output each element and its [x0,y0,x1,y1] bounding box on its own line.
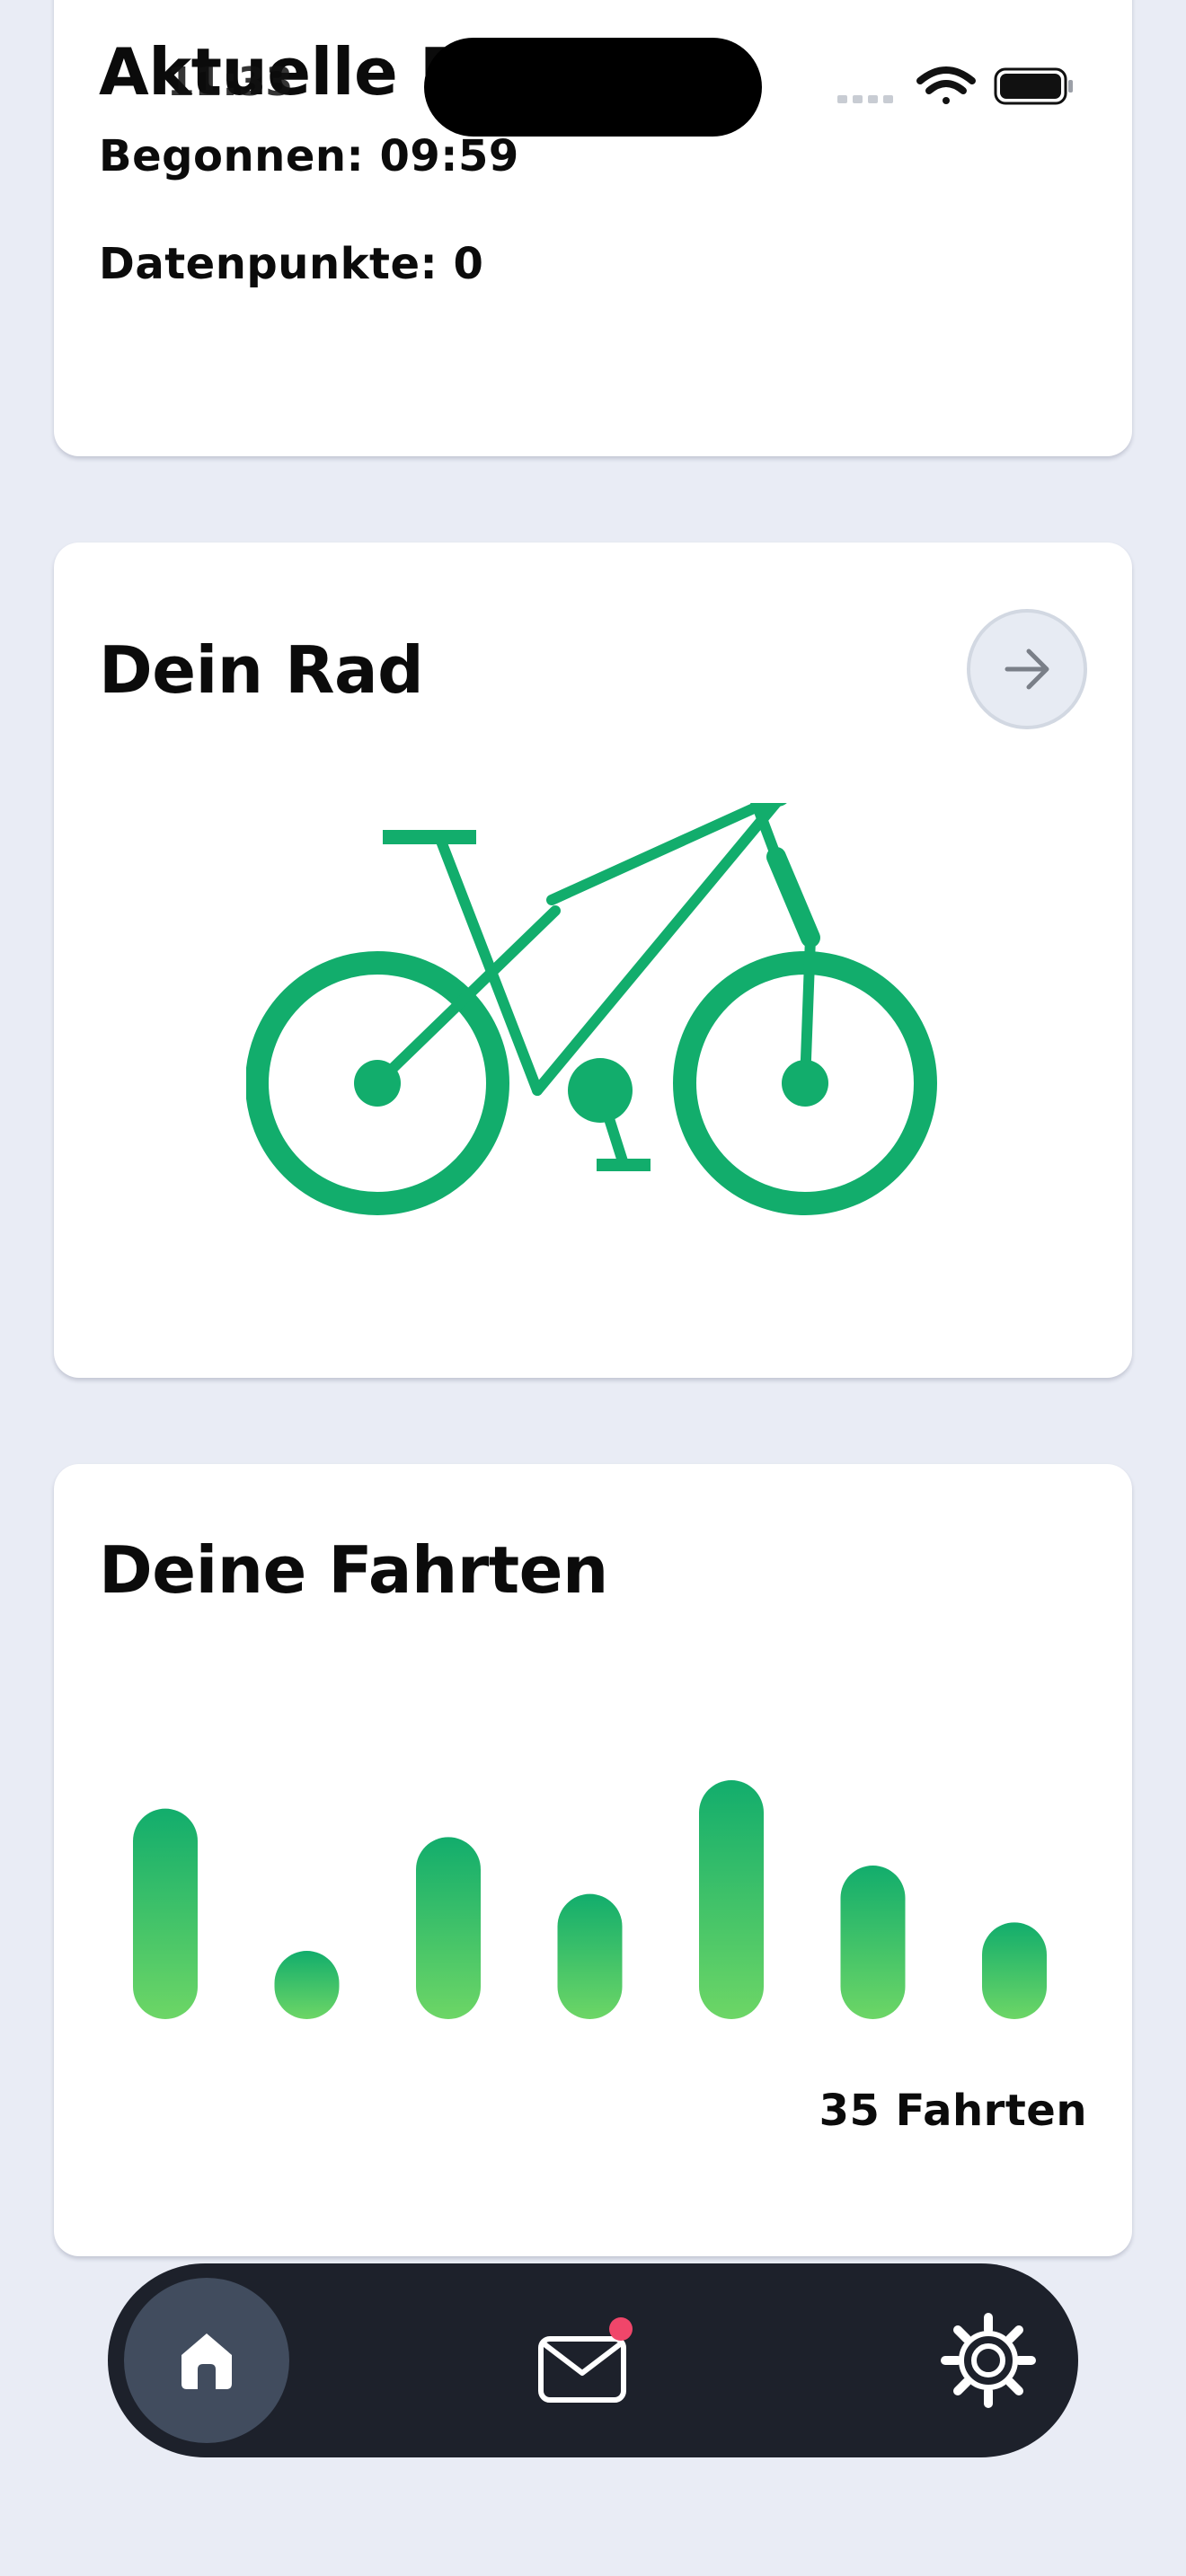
ride-bar-5 [699,1780,764,2019]
ride-bar-7 [982,1922,1047,2019]
tab-home[interactable] [124,2278,289,2443]
ride-bar-1 [133,1808,198,2019]
status-bar-time: 11:33 [167,59,294,105]
gear-icon [941,2313,1036,2408]
tab-settings[interactable] [938,2310,1039,2411]
cellular-signal-icon [837,95,893,103]
tab-messages[interactable] [537,2317,636,2407]
ride-bar-6 [840,1866,906,2019]
bottom-tab-bar [108,2263,1078,2457]
status-bar-icons [837,66,1073,105]
rides-card[interactable]: Deine Fahrten 35 Fahrten [54,1464,1132,2256]
rides-bar-chart [133,1780,1047,2019]
wifi-icon [916,66,976,104]
ride-bar-4 [557,1893,623,2019]
mail-icon [538,2336,626,2403]
ride-data-points: Datenpunkte: 0 [99,239,484,289]
dynamic-island [424,38,762,137]
ride-bar-2 [274,1951,340,2019]
unread-badge [609,2317,633,2341]
home-icon [181,2333,232,2389]
bike-details-button[interactable] [967,609,1087,729]
ride-bar-3 [416,1837,481,2019]
battery-icon [994,67,1073,105]
bike-card[interactable]: Dein Rad [54,543,1132,1378]
rides-count-label: 35 Fahrten [819,2086,1087,2136]
bicycle-icon [246,803,937,1215]
bike-title: Dein Rad [99,632,424,708]
ride-start-time: Begonnen: 09:59 [99,131,519,181]
arrow-right-icon [1005,648,1049,690]
